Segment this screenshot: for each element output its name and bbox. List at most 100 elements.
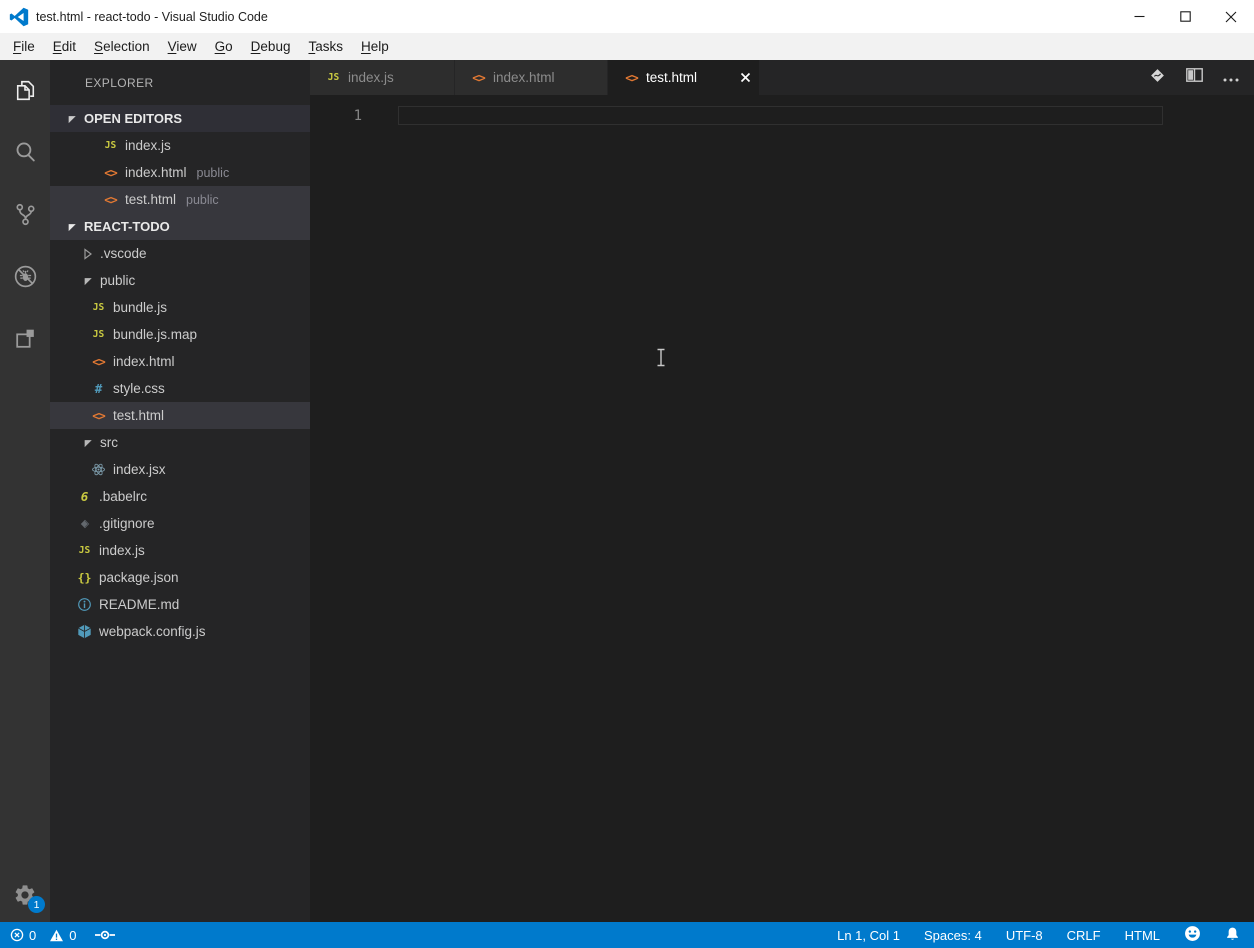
html-icon: <> (104, 165, 117, 180)
cursor-position[interactable]: Ln 1, Col 1 (837, 928, 900, 943)
menu-bar: File Edit Selection View Go Debug Tasks … (0, 33, 1254, 60)
json-icon: {} (77, 570, 92, 585)
feedback-smiley-icon[interactable] (1184, 925, 1201, 945)
open-editor-item[interactable]: <> test.html public (50, 186, 310, 213)
js-icon: JS (78, 545, 91, 556)
explorer-icon[interactable] (12, 77, 39, 104)
js-icon: JS (327, 72, 340, 83)
editor-group: JS index.js <> index.html <> test.html 1 (310, 60, 1254, 922)
js-icon: JS (104, 140, 117, 151)
tree-file[interactable]: # style.css (50, 375, 310, 402)
tree-file[interactable]: .gitignore (50, 510, 310, 537)
project-section-header[interactable]: REACT-TODO (50, 213, 310, 240)
js-icon: JS (92, 302, 105, 313)
tree-folder-src[interactable]: src (50, 429, 310, 456)
tree-file[interactable]: JS bundle.js.map (50, 321, 310, 348)
editor-content[interactable]: 1 (310, 95, 1254, 922)
html-icon: <> (104, 192, 117, 207)
encoding[interactable]: UTF-8 (1006, 928, 1043, 943)
menu-edit[interactable]: Edit (44, 33, 85, 60)
twistie-expanded-icon (84, 439, 92, 447)
menu-file[interactable]: File (4, 33, 44, 60)
more-actions-icon[interactable] (1223, 69, 1239, 87)
warning-icon (50, 929, 64, 941)
notifications-bell-icon[interactable] (1225, 926, 1240, 945)
sidebar-title: EXPLORER (85, 75, 154, 90)
open-editor-item[interactable]: <> index.html public (50, 159, 310, 186)
menu-tasks[interactable]: Tasks (299, 33, 352, 60)
open-editors-header[interactable]: OPEN EDITORS (50, 105, 310, 132)
css-icon: # (94, 381, 103, 396)
tab-index-js[interactable]: JS index.js (310, 60, 455, 95)
tab-bar: JS index.js <> index.html <> test.html (310, 60, 1254, 95)
tree-folder-public[interactable]: public (50, 267, 310, 294)
html-icon: <> (472, 70, 485, 85)
title-bar: test.html - react-todo - Visual Studio C… (0, 0, 1254, 33)
status-bar: 0 0 Ln 1, Col 1 Spaces: 4 UTF-8 CRLF HTM… (0, 922, 1254, 948)
react-icon (90, 462, 107, 478)
babel-icon: 6 (80, 489, 89, 504)
twistie-expanded-icon (68, 115, 76, 123)
close-tab-icon[interactable] (740, 72, 751, 83)
menu-view[interactable]: View (159, 33, 206, 60)
menu-go[interactable]: Go (206, 33, 242, 60)
split-editor-icon[interactable] (1186, 68, 1203, 87)
git-icon (76, 516, 93, 532)
js-icon: JS (92, 329, 105, 340)
explorer-sidebar: EXPLORER OPEN EDITORS JS index.js <> ind… (50, 60, 310, 922)
tree-file[interactable]: README.md (50, 591, 310, 618)
info-icon (76, 597, 93, 613)
html-icon: <> (92, 408, 105, 423)
folder-badge: public (196, 165, 230, 180)
line-number: 1 (353, 108, 362, 124)
settings-gear-icon[interactable]: 1 (13, 881, 45, 913)
menu-selection[interactable]: Selection (85, 33, 159, 60)
error-icon (10, 928, 24, 942)
tree-file[interactable]: 6 .babelrc (50, 483, 310, 510)
vscode-logo-icon (9, 7, 29, 27)
debug-icon[interactable] (12, 263, 39, 290)
tree-file[interactable]: webpack.config.js (50, 618, 310, 645)
tree-file[interactable]: JS index.js (50, 537, 310, 564)
menu-debug[interactable]: Debug (242, 33, 300, 60)
problems-errors[interactable]: 0 (10, 928, 36, 943)
maximize-button[interactable] (1162, 0, 1208, 33)
tree-file[interactable]: index.jsx (50, 456, 310, 483)
twistie-collapsed-icon (84, 247, 92, 260)
tree-folder-vscode[interactable]: .vscode (50, 240, 310, 267)
current-line-highlight (398, 106, 1163, 125)
commit-status-item[interactable] (95, 928, 116, 942)
line-ending[interactable]: CRLF (1067, 928, 1101, 943)
settings-badge: 1 (28, 896, 45, 913)
minimize-button[interactable] (1116, 0, 1162, 33)
problems-warnings[interactable]: 0 (49, 928, 76, 943)
status-bar-right: Ln 1, Col 1 Spaces: 4 UTF-8 CRLF HTML (837, 925, 1244, 945)
menu-help[interactable]: Help (352, 33, 398, 60)
search-icon[interactable] (12, 139, 39, 166)
commit-icon (95, 930, 116, 940)
indentation[interactable]: Spaces: 4 (924, 928, 982, 943)
html-icon: <> (625, 70, 638, 85)
webpack-icon (76, 624, 93, 640)
tree-file-selected[interactable]: <> test.html (50, 402, 310, 429)
folder-badge: public (186, 192, 219, 207)
text-cursor-ibeam (655, 348, 667, 371)
html-icon: <> (92, 354, 105, 369)
window-title: test.html - react-todo - Visual Studio C… (36, 9, 268, 24)
twistie-expanded-icon (84, 277, 92, 285)
tree-file[interactable]: JS bundle.js (50, 294, 310, 321)
activity-bar: 1 (0, 60, 50, 922)
tree-file[interactable]: <> index.html (50, 348, 310, 375)
window-controls (1116, 0, 1254, 33)
twistie-expanded-icon (68, 223, 76, 231)
source-control-icon[interactable] (12, 201, 39, 228)
tab-test-html[interactable]: <> test.html (608, 60, 760, 95)
open-editor-item[interactable]: JS index.js (50, 132, 310, 159)
open-preview-icon[interactable] (1149, 67, 1166, 89)
tab-index-html[interactable]: <> index.html (455, 60, 608, 95)
editor-actions (1149, 60, 1254, 95)
tree-file[interactable]: {} package.json (50, 564, 310, 591)
close-window-button[interactable] (1208, 0, 1254, 33)
language-mode[interactable]: HTML (1125, 928, 1160, 943)
extensions-icon[interactable] (12, 325, 39, 352)
